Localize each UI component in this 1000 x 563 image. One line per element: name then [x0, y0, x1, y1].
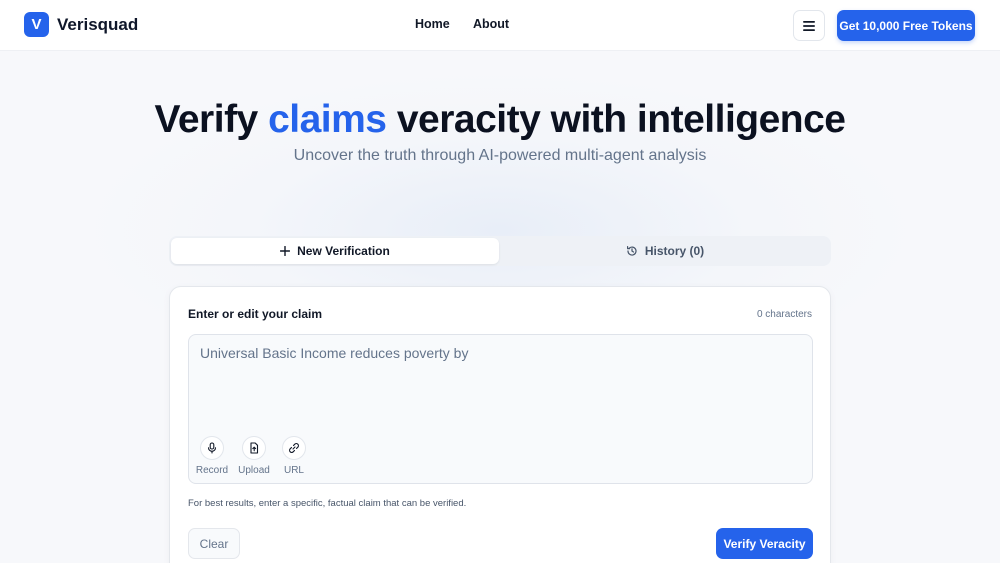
tab-new-verification[interactable]: New Verification — [171, 238, 499, 264]
claim-input-label: Enter or edit your claim — [188, 307, 323, 321]
brand-logo[interactable]: V Verisquad — [24, 12, 138, 37]
logo-mark-icon: V — [24, 12, 49, 37]
hero-subtitle: Uncover the truth through AI-powered mul… — [293, 147, 707, 164]
claim-placeholder: Universal Basic Income reduces poverty b… — [200, 345, 469, 361]
url-label: URL — [283, 465, 304, 476]
character-count: 0 characters — [756, 309, 812, 320]
nav-home-link[interactable]: Home — [415, 17, 450, 31]
input-hint: For best results, enter a specific, fact… — [188, 498, 467, 509]
get-free-tokens-button[interactable]: Get 10,000 Free Tokens — [837, 10, 975, 41]
top-header: V Verisquad Home About Get 10,000 Free T… — [0, 0, 1000, 51]
hero-title-start: Verify — [154, 98, 269, 141]
hero-title-accent: claims — [268, 98, 387, 141]
microphone-icon — [207, 442, 217, 454]
clear-button[interactable]: Clear — [188, 528, 240, 559]
menu-button[interactable] — [793, 10, 825, 41]
tab-history-label: History (0) — [644, 244, 705, 258]
tab-new-verification-label: New Verification — [297, 244, 390, 258]
brand-name: Verisquad — [57, 14, 139, 34]
plus-icon — [280, 246, 291, 256]
record-button[interactable]: Record — [192, 436, 232, 476]
hero-title: Verify claims veracity with intelligence — [0, 98, 1000, 142]
claim-textarea[interactable]: Universal Basic Income reduces poverty b… — [188, 334, 813, 484]
record-label: Record — [195, 465, 229, 476]
upload-label: Upload — [238, 465, 270, 476]
hamburger-menu-icon — [803, 20, 815, 31]
verification-tabs: New Verification History (0) — [169, 236, 831, 266]
verify-veracity-button[interactable]: Verify Veracity — [716, 528, 813, 559]
url-button[interactable]: URL — [274, 436, 314, 476]
claim-form-card: Enter or edit your claim 0 characters Un… — [169, 286, 831, 563]
file-upload-icon — [250, 442, 259, 454]
history-icon — [626, 246, 637, 256]
link-icon — [289, 443, 299, 453]
upload-button[interactable]: Upload — [234, 436, 274, 476]
tab-history[interactable]: History (0) — [501, 238, 829, 264]
nav-about-link[interactable]: About — [473, 17, 509, 31]
hero-title-end: veracity with intelligence — [386, 98, 846, 141]
